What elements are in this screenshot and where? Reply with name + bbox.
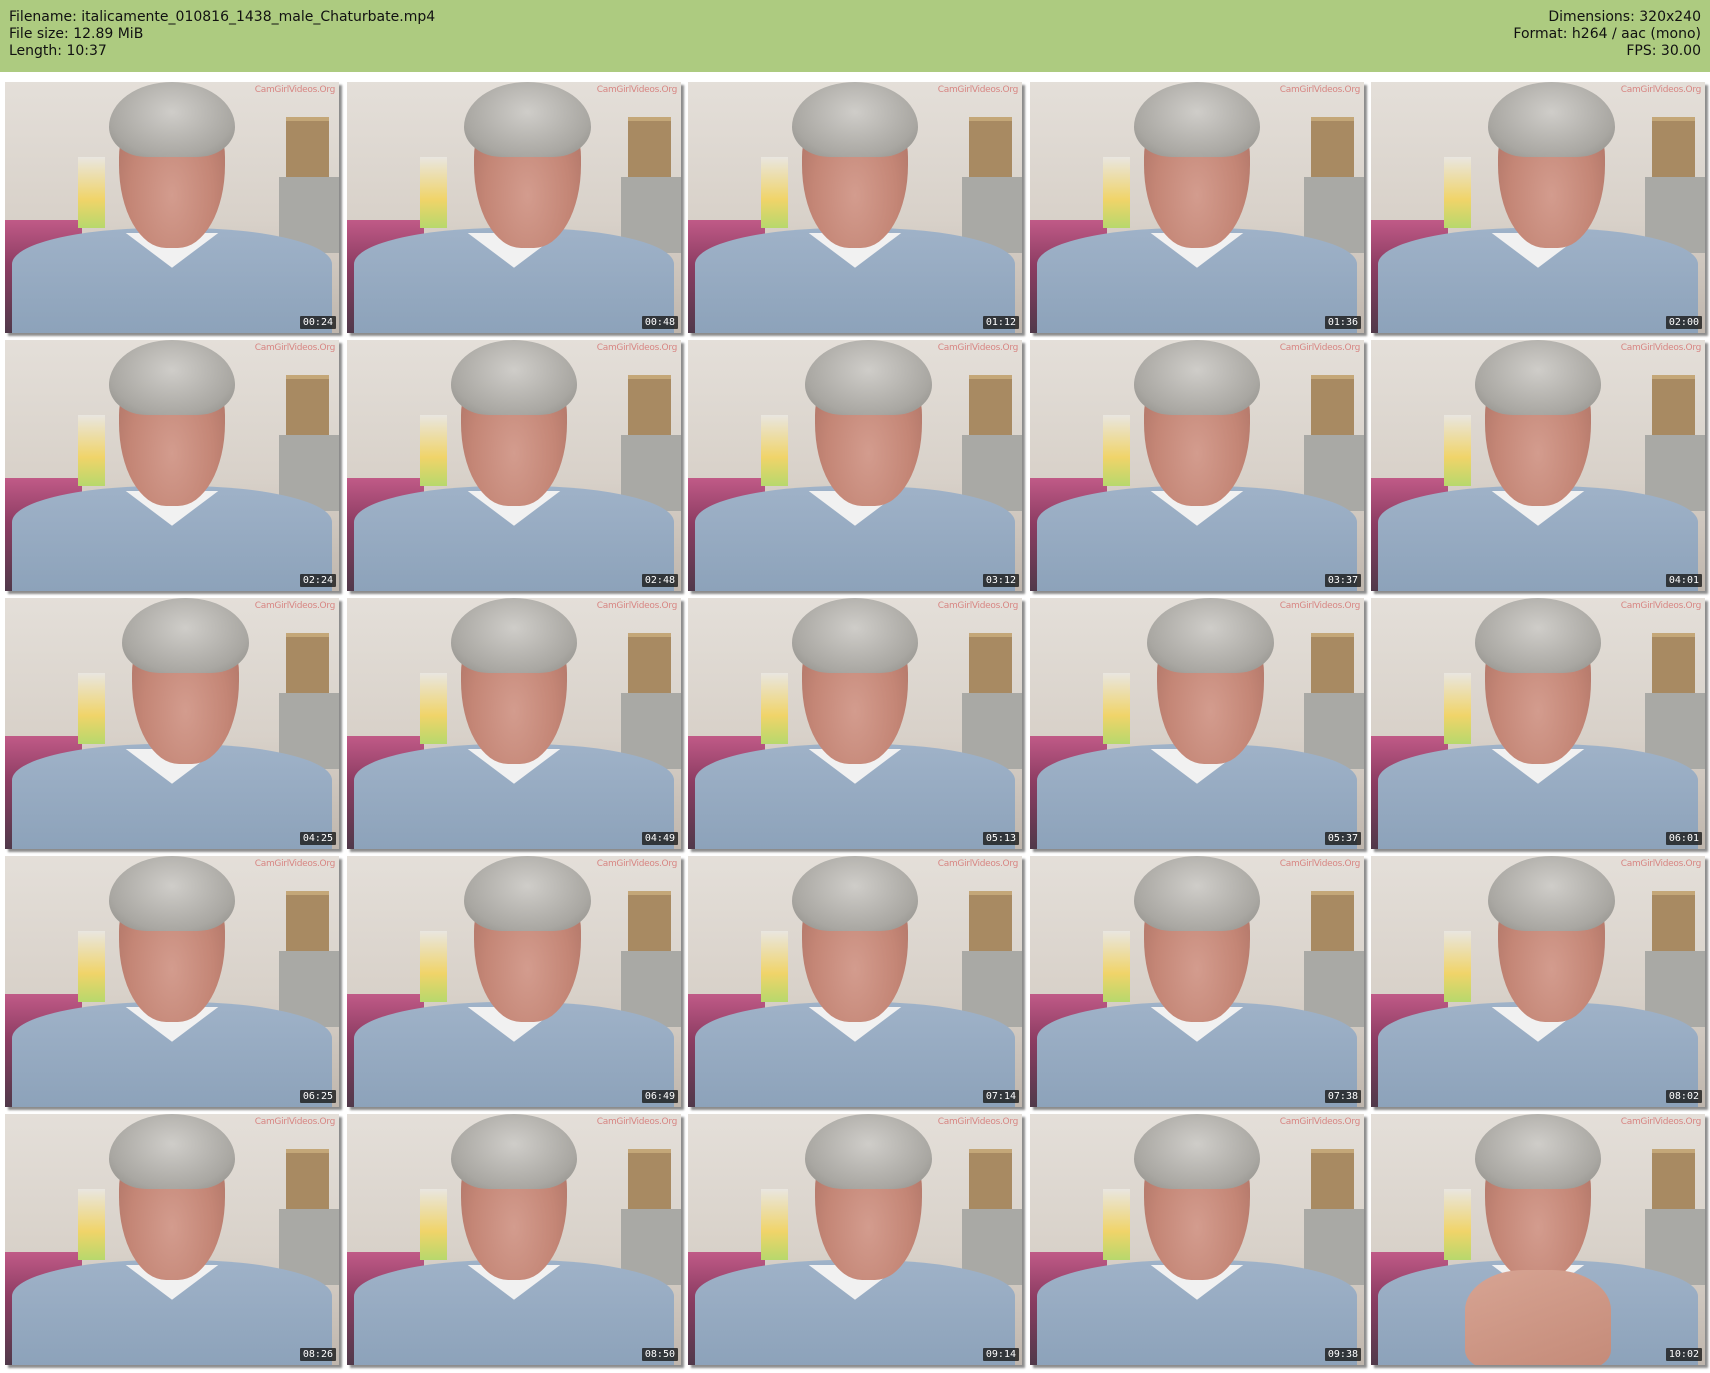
video-thumbnail: CamGirlVideos.Org 08:02 — [1371, 856, 1705, 1107]
timestamp-label: 04:49 — [641, 832, 678, 845]
timestamp-label: 05:37 — [1324, 832, 1361, 845]
video-thumbnail: CamGirlVideos.Org 06:49 — [347, 856, 681, 1107]
watermark-text: CamGirlVideos.Org — [937, 601, 1019, 611]
fps-text: FPS: 30.00 — [1626, 43, 1701, 59]
watermark-text: CamGirlVideos.Org — [1279, 343, 1361, 353]
timestamp-label: 02:24 — [299, 574, 336, 587]
video-thumbnail: CamGirlVideos.Org 01:12 — [688, 82, 1022, 333]
watermark-text: CamGirlVideos.Org — [1279, 1117, 1361, 1127]
watermark-text: CamGirlVideos.Org — [1620, 859, 1702, 869]
timestamp-label: 06:25 — [299, 1090, 336, 1103]
video-thumbnail: CamGirlVideos.Org 05:13 — [688, 598, 1022, 849]
video-thumbnail: CamGirlVideos.Org 02:00 — [1371, 82, 1705, 333]
video-thumbnail: CamGirlVideos.Org 02:48 — [347, 340, 681, 591]
video-thumbnail: CamGirlVideos.Org 00:24 — [5, 82, 339, 333]
video-thumbnail: CamGirlVideos.Org 02:24 — [5, 340, 339, 591]
watermark-text: CamGirlVideos.Org — [596, 601, 678, 611]
length-text: Length: 10:37 — [9, 43, 107, 59]
timestamp-label: 10:02 — [1665, 1348, 1702, 1361]
watermark-text: CamGirlVideos.Org — [1620, 1117, 1702, 1127]
timestamp-label: 01:12 — [982, 316, 1019, 329]
video-thumbnail: CamGirlVideos.Org 09:14 — [688, 1114, 1022, 1365]
video-thumbnail: CamGirlVideos.Org 09:38 — [1030, 1114, 1364, 1365]
timestamp-label: 00:24 — [299, 316, 336, 329]
watermark-text: CamGirlVideos.Org — [254, 859, 336, 869]
watermark-text: CamGirlVideos.Org — [937, 859, 1019, 869]
dimensions-text: Dimensions: 320x240 — [1548, 9, 1701, 25]
timestamp-label: 06:01 — [1665, 832, 1702, 845]
timestamp-label: 09:38 — [1324, 1348, 1361, 1361]
thumbnail-grid: CamGirlVideos.Org 00:24 CamGirlVideos.Org 0… — [0, 82, 1710, 1373]
watermark-text: CamGirlVideos.Org — [596, 85, 678, 95]
timestamp-label: 05:13 — [982, 832, 1019, 845]
watermark-text: CamGirlVideos.Org — [254, 343, 336, 353]
info-header: Filename: italicamente_010816_1438_male_… — [0, 0, 1710, 72]
watermark-text: CamGirlVideos.Org — [254, 601, 336, 611]
timestamp-label: 08:50 — [641, 1348, 678, 1361]
timestamp-label: 08:02 — [1665, 1090, 1702, 1103]
timestamp-label: 04:25 — [299, 832, 336, 845]
watermark-text: CamGirlVideos.Org — [1279, 601, 1361, 611]
video-thumbnail: CamGirlVideos.Org 08:50 — [347, 1114, 681, 1365]
timestamp-label: 07:14 — [982, 1090, 1019, 1103]
watermark-text: CamGirlVideos.Org — [596, 859, 678, 869]
video-thumbnail: CamGirlVideos.Org 07:14 — [688, 856, 1022, 1107]
video-thumbnail: CamGirlVideos.Org 06:01 — [1371, 598, 1705, 849]
video-thumbnail: CamGirlVideos.Org 04:01 — [1371, 340, 1705, 591]
filename-text: Filename: italicamente_010816_1438_male_… — [9, 9, 436, 25]
video-thumbnail: CamGirlVideos.Org 05:37 — [1030, 598, 1364, 849]
video-thumbnail: CamGirlVideos.Org 03:37 — [1030, 340, 1364, 591]
filesize-text: File size: 12.89 MiB — [9, 26, 144, 42]
watermark-text: CamGirlVideos.Org — [254, 85, 336, 95]
video-thumbnail: CamGirlVideos.Org 03:12 — [688, 340, 1022, 591]
video-info: Dimensions: 320x240 Format: h264 / aac (… — [1513, 9, 1701, 60]
video-thumbnail: CamGirlVideos.Org 07:38 — [1030, 856, 1364, 1107]
timestamp-label: 03:37 — [1324, 574, 1361, 587]
watermark-text: CamGirlVideos.Org — [937, 85, 1019, 95]
video-thumbnail: CamGirlVideos.Org 04:49 — [347, 598, 681, 849]
watermark-text: CamGirlVideos.Org — [1620, 85, 1702, 95]
watermark-text: CamGirlVideos.Org — [937, 1117, 1019, 1127]
timestamp-label: 00:48 — [641, 316, 678, 329]
video-thumbnail: CamGirlVideos.Org 00:48 — [347, 82, 681, 333]
watermark-text: CamGirlVideos.Org — [596, 1117, 678, 1127]
video-thumbnail: CamGirlVideos.Org 10:02 — [1371, 1114, 1705, 1365]
watermark-text: CamGirlVideos.Org — [1279, 859, 1361, 869]
timestamp-label: 08:26 — [299, 1348, 336, 1361]
timestamp-label: 02:00 — [1665, 316, 1702, 329]
timestamp-label: 03:12 — [982, 574, 1019, 587]
file-info: Filename: italicamente_010816_1438_male_… — [9, 9, 435, 60]
watermark-text: CamGirlVideos.Org — [937, 343, 1019, 353]
watermark-text: CamGirlVideos.Org — [1279, 85, 1361, 95]
watermark-text: CamGirlVideos.Org — [254, 1117, 336, 1127]
watermark-text: CamGirlVideos.Org — [1620, 601, 1702, 611]
timestamp-label: 04:01 — [1665, 574, 1702, 587]
video-thumbnail: CamGirlVideos.Org 01:36 — [1030, 82, 1364, 333]
video-thumbnail: CamGirlVideos.Org 06:25 — [5, 856, 339, 1107]
watermark-text: CamGirlVideos.Org — [1620, 343, 1702, 353]
timestamp-label: 01:36 — [1324, 316, 1361, 329]
timestamp-label: 02:48 — [641, 574, 678, 587]
video-thumbnail: CamGirlVideos.Org 08:26 — [5, 1114, 339, 1365]
timestamp-label: 07:38 — [1324, 1090, 1361, 1103]
format-text: Format: h264 / aac (mono) — [1513, 26, 1701, 42]
video-thumbnail: CamGirlVideos.Org 04:25 — [5, 598, 339, 849]
timestamp-label: 09:14 — [982, 1348, 1019, 1361]
watermark-text: CamGirlVideos.Org — [596, 343, 678, 353]
timestamp-label: 06:49 — [641, 1090, 678, 1103]
